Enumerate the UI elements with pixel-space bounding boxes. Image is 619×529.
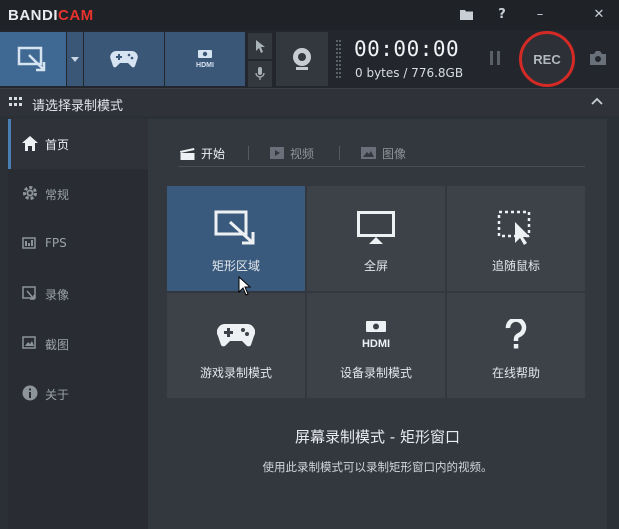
close-icon[interactable]: ✕ <box>586 3 612 25</box>
rectangle-area-icon <box>167 210 305 246</box>
video-icon <box>21 284 39 302</box>
webcam-icon <box>293 48 311 70</box>
clapper-icon <box>180 147 195 160</box>
tab-label: 图像 <box>382 146 407 161</box>
sidebar: 首页 常规 FPS 录像 截图 关于 <box>8 119 148 529</box>
tab-video[interactable]: 视频 <box>270 143 314 163</box>
gamepad-icon <box>167 317 305 353</box>
mode-tiles: 矩形区域 全屏 追随鼠标 游戏录制模式 HDMI 设备录制模式 在线帮助 <box>167 186 585 398</box>
play-icon <box>270 147 284 159</box>
help-icon[interactable]: ? <box>489 3 515 25</box>
pause-icon[interactable] <box>489 50 501 66</box>
hdmi-icon: HDMI <box>196 50 214 69</box>
home-icon <box>21 134 39 152</box>
sidebar-item-fps[interactable]: FPS <box>8 219 148 269</box>
tab-bar: 开始 视频 图像 <box>178 141 585 167</box>
tile-fullscreen[interactable]: 全屏 <box>307 186 445 291</box>
section-title: 请选择录制模式 <box>32 99 124 114</box>
mode-select-header: 请选择录制模式 <box>0 88 619 116</box>
rectangle-mode-button[interactable] <box>0 32 66 86</box>
mode-description-title: 屏幕录制模式 - 矩形窗口 <box>295 428 460 446</box>
sidebar-item-label: 录像 <box>45 288 70 302</box>
tile-game-mode[interactable]: 游戏录制模式 <box>167 293 305 398</box>
image-icon <box>21 334 39 352</box>
minimize-icon[interactable]: – <box>527 3 553 25</box>
sidebar-item-label: 常规 <box>45 188 70 202</box>
info-icon <box>21 384 39 402</box>
folder-icon[interactable] <box>453 3 479 25</box>
mode-description-text: 使用此录制模式可以录制矩形窗口内的视频。 <box>262 460 493 474</box>
sidebar-item-general[interactable]: 常规 <box>8 169 148 219</box>
device-mode-button[interactable]: HDMI <box>165 32 245 86</box>
follow-mouse-icon <box>447 210 585 246</box>
tile-rectangle-area[interactable]: 矩形区域 <box>167 186 305 291</box>
tab-start[interactable]: 开始 <box>180 143 225 163</box>
tile-label: 全屏 <box>363 259 388 273</box>
mode-dropdown-button[interactable] <box>67 32 83 86</box>
tile-device-mode[interactable]: HDMI 设备录制模式 <box>307 293 445 398</box>
microphone-icon <box>255 67 265 80</box>
question-icon <box>447 317 585 353</box>
tab-divider <box>339 146 340 160</box>
sidebar-item-label: 截图 <box>45 338 70 352</box>
tab-divider <box>248 146 249 160</box>
tile-follow-mouse[interactable]: 追随鼠标 <box>447 186 585 291</box>
chevron-up-icon[interactable] <box>591 97 603 105</box>
record-button[interactable]: REC <box>519 31 575 87</box>
grid-icon <box>9 97 22 106</box>
tile-label: 游戏录制模式 <box>199 366 272 380</box>
tile-label: 设备录制模式 <box>339 366 412 380</box>
tile-label: 矩形区域 <box>211 259 260 273</box>
microphone-button[interactable] <box>248 61 272 87</box>
tab-label: 开始 <box>201 146 226 161</box>
camera-icon[interactable] <box>588 50 608 66</box>
svg-text:HDMI: HDMI <box>196 62 214 69</box>
picture-icon <box>361 147 376 159</box>
tile-label: 追随鼠标 <box>491 259 540 273</box>
sidebar-item-label: 首页 <box>45 138 70 152</box>
rectangle-area-icon <box>17 46 46 72</box>
tile-online-help[interactable]: 在线帮助 <box>447 293 585 398</box>
tile-label: 在线帮助 <box>491 366 540 380</box>
tab-label: 视频 <box>290 146 315 161</box>
main-panel: 开始 视频 图像 矩形区域 全屏 追随鼠标 游戏录制模式 HDMI 设备录制模式… <box>148 119 607 529</box>
sidebar-item-about[interactable]: 关于 <box>8 369 148 419</box>
file-size-readout: 0 bytes / 776.8GB <box>355 66 464 80</box>
fps-icon <box>21 234 39 252</box>
gear-icon <box>21 184 39 202</box>
mouse-cursor-icon <box>238 276 252 296</box>
sidebar-item-screenshot[interactable]: 截图 <box>8 319 148 369</box>
game-mode-button[interactable] <box>84 32 164 86</box>
chevron-down-icon <box>71 56 79 62</box>
cursor-effect-button[interactable] <box>248 33 272 59</box>
app-logo: BANDICAM <box>8 7 94 24</box>
monitor-icon <box>307 210 445 246</box>
level-meter <box>336 40 341 78</box>
sidebar-item-video[interactable]: 录像 <box>8 269 148 319</box>
sidebar-item-label: FPS <box>45 236 67 250</box>
recording-timer: 00:00:00 <box>354 37 460 61</box>
webcam-button[interactable] <box>276 32 328 86</box>
tab-image[interactable]: 图像 <box>361 143 406 163</box>
gamepad-icon <box>110 51 138 68</box>
title-bar: BANDICAM ? – ✕ <box>0 0 619 30</box>
cursor-click-icon <box>256 40 265 53</box>
sidebar-item-label: 关于 <box>45 388 70 402</box>
svg-text:HDMI: HDMI <box>362 338 390 350</box>
sidebar-item-home[interactable]: 首页 <box>8 119 148 169</box>
hdmi-icon: HDMI <box>307 317 445 353</box>
